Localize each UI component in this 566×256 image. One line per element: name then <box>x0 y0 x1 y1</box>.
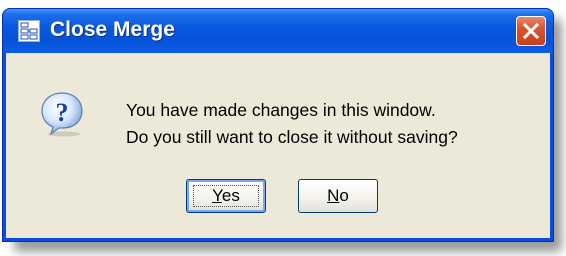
close-button[interactable] <box>516 16 546 46</box>
no-mnemonic: N <box>327 186 340 205</box>
no-label-rest: o <box>339 186 349 205</box>
yes-label-rest: es <box>221 186 240 205</box>
message-text: You have made changes in this window. Do… <box>126 97 458 151</box>
close-merge-dialog: Close Merge ? You have made changes in t… <box>2 8 554 242</box>
question-icon: ? <box>41 92 83 137</box>
yes-button[interactable]: Yes <box>186 179 266 213</box>
title-bar[interactable]: Close Merge <box>3 9 553 53</box>
message-line-2: Do you still want to close it without sa… <box>126 127 458 147</box>
no-button[interactable]: No <box>298 179 378 213</box>
merge-app-icon <box>18 20 40 42</box>
close-x-icon <box>522 22 540 40</box>
svg-text:?: ? <box>56 98 69 127</box>
dialog-body: ? You have made changes in this window. … <box>6 53 550 238</box>
dialog-title: Close Merge <box>50 18 175 41</box>
message-line-1: You have made changes in this window. <box>126 100 436 120</box>
yes-mnemonic: Y <box>212 186 222 205</box>
